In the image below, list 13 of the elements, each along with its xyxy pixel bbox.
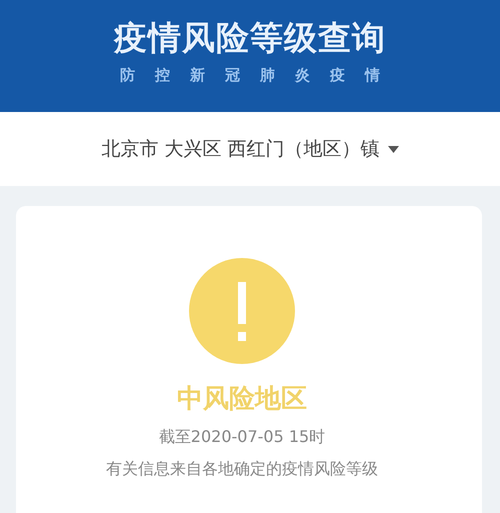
subtitle-character: 疫 <box>330 66 345 84</box>
subtitle-character: 情 <box>365 66 380 84</box>
subtitle-character: 新 <box>190 66 205 84</box>
page-title: 疫情风险等级查询 <box>114 18 386 58</box>
subtitle-character: 控 <box>155 66 170 84</box>
subtitle-character: 肺 <box>260 66 275 84</box>
update-time: 截至2020-07-05 15时 <box>158 426 326 448</box>
subtitle-character: 炎 <box>295 66 310 84</box>
subtitle-character: 防 <box>120 66 135 84</box>
risk-level: 中风险地区 <box>177 383 307 416</box>
source-note: 有关信息来自各地确定的疫情风险等级 <box>106 458 378 480</box>
subtitle-character: 冠 <box>225 66 240 84</box>
caret-icon <box>388 146 399 152</box>
